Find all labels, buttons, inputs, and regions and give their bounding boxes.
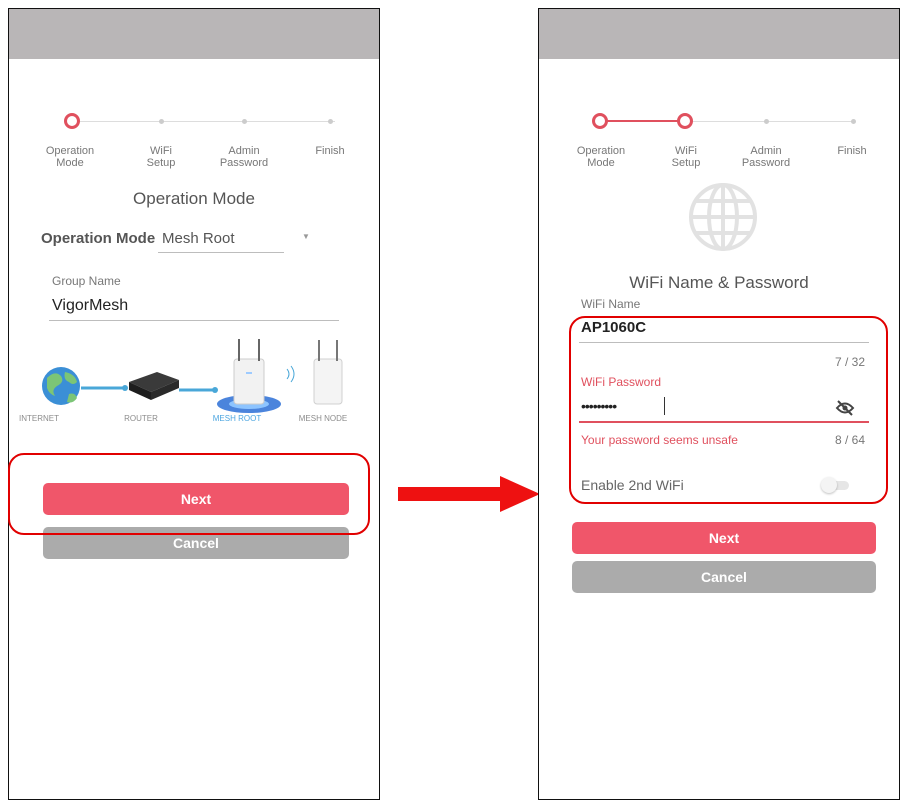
next-button[interactable]: Next (572, 522, 876, 554)
step-label-admin-password: Admin Password (741, 145, 791, 169)
diagram-label-internet: INTERNET (19, 414, 59, 423)
group-name-value: VigorMesh (52, 297, 129, 314)
setup-stepper: Operation Mode WiFi Setup Admin Password… (539, 111, 899, 171)
step-dot-finish (851, 119, 856, 124)
globe-icon (42, 367, 80, 405)
step-label-finish: Finish (315, 145, 345, 157)
diagram-label-mesh-node: MESH NODE (298, 414, 348, 423)
status-bar (9, 9, 379, 59)
step-dot-admin-password (242, 119, 247, 124)
input-underline (49, 320, 339, 321)
network-topology-diagram (42, 339, 343, 413)
step-dot-wifi-setup (677, 113, 693, 129)
stepper-track (71, 121, 335, 122)
step-dot-admin-password (764, 119, 769, 124)
mesh-node-icon (313, 340, 343, 405)
step-dot-operation-mode (64, 113, 80, 129)
globe-outline-icon (689, 183, 757, 251)
select-underline (158, 252, 284, 253)
highlight-next-callout (8, 453, 370, 535)
chevron-down-icon[interactable]: ▼ (302, 232, 310, 241)
step-dot-wifi-setup (159, 119, 164, 124)
status-bar (539, 9, 899, 59)
step-label-finish: Finish (837, 145, 867, 157)
diagram-label-router: ROUTER (124, 414, 158, 423)
step-label-admin-password: Admin Password (219, 145, 269, 169)
setup-stepper: Operation Mode WiFi Setup Admin Password… (9, 111, 379, 171)
step-label-operation-mode: Operation Mode (576, 145, 626, 169)
diagram-label-mesh-root: MESH ROOT (212, 414, 262, 423)
mesh-root-icon (217, 339, 281, 413)
phone-screen-operation-mode: Operation Mode WiFi Setup Admin Password… (8, 8, 380, 800)
wifi-signal-icon (286, 365, 295, 383)
operation-mode-select[interactable]: Mesh Root (158, 221, 284, 253)
step-label-operation-mode: Operation Mode (45, 145, 95, 169)
group-name-label: Group Name (52, 274, 121, 288)
cancel-button[interactable]: Cancel (572, 561, 876, 593)
operation-mode-label: Operation Mode (41, 230, 156, 247)
router-icon (129, 372, 179, 400)
page-title: WiFi Name & Password (629, 273, 809, 292)
arrow-right-icon (398, 476, 540, 512)
wifi-name-label: WiFi Name (581, 297, 641, 311)
page-title: Operation Mode (133, 189, 255, 208)
operation-mode-value: Mesh Root (162, 230, 235, 247)
stepper-track-progress (599, 120, 689, 122)
step-dot-operation-mode (592, 113, 608, 129)
group-name-input[interactable]: VigorMesh (49, 289, 339, 321)
step-label-wifi-setup: WiFi Setup (146, 145, 176, 169)
step-label-wifi-setup: WiFi Setup (671, 145, 701, 169)
step-dot-finish (328, 119, 333, 124)
highlight-wifi-form-callout (569, 316, 888, 504)
